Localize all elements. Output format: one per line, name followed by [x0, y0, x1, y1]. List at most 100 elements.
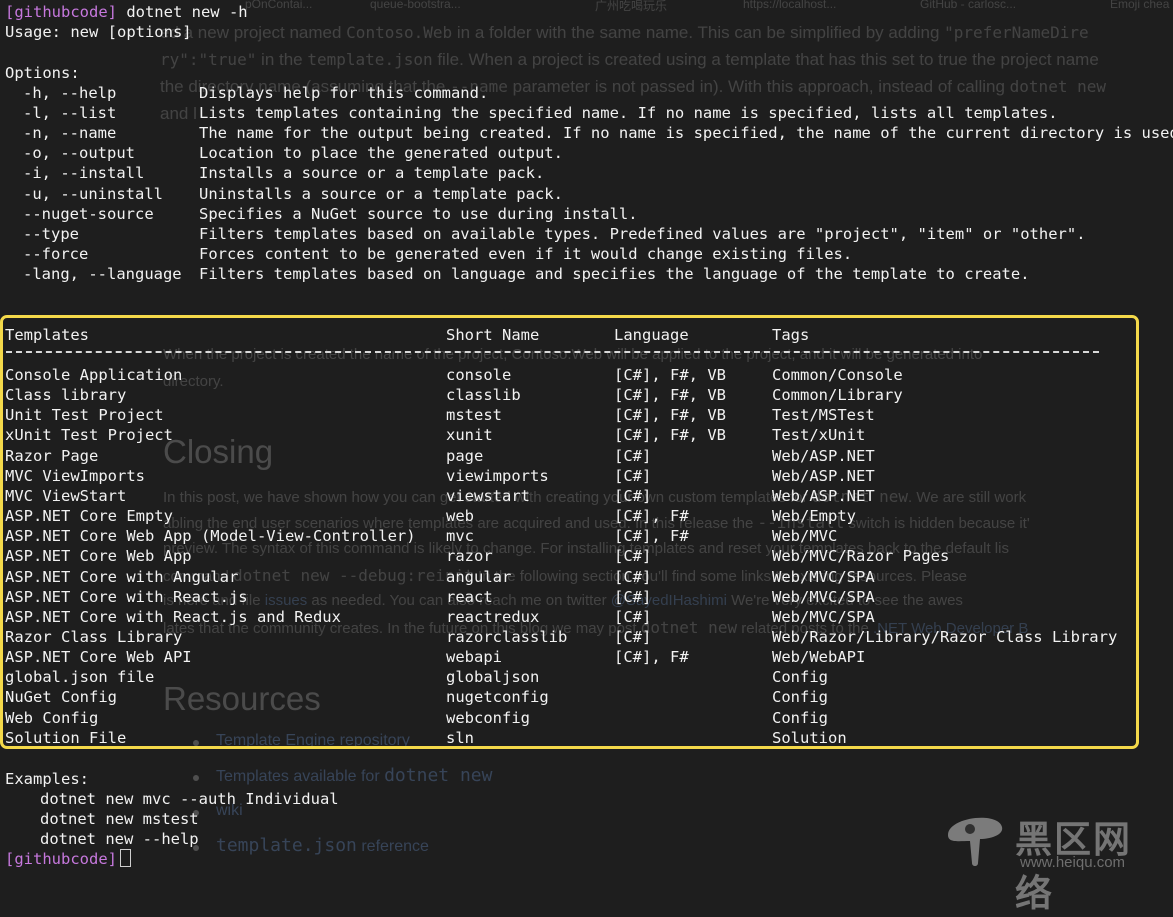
option-flag: --type — [23, 224, 79, 243]
command-line: [githubcode] dotnet new -h — [5, 2, 248, 22]
tags-cell: Web/MVC/Razor Pages — [772, 547, 950, 566]
site-watermark: 黑区网络 www.heiqu.com — [940, 805, 1170, 915]
table-header-short-name: Short Name — [446, 326, 540, 344]
template-name-cell: MVC ViewImports — [5, 466, 145, 485]
tags-cell: Config — [772, 688, 828, 707]
short-name-cell: mstest — [446, 406, 502, 425]
template-name-cell: ASP.NET Core with React.js and Redux — [5, 607, 341, 626]
table-separator — [6, 351, 1099, 353]
short-name-cell: angular — [446, 567, 512, 586]
short-name-cell: viewstart — [446, 486, 530, 505]
option-flag: --nuget-source — [23, 204, 154, 223]
short-name-cell: sln — [446, 728, 474, 747]
cursor-icon — [119, 849, 131, 867]
tags-cell: Web/Razor/Library/Razor Class Library — [772, 627, 1118, 646]
example-line: dotnet new mvc --auth Individual — [40, 790, 339, 808]
tags-cell: Web/ASP.NET — [772, 486, 875, 505]
language-cell: [C#], F#, VB — [614, 406, 726, 425]
tags-cell: Web/Empty — [772, 507, 856, 526]
language-cell: [C#], F#, VB — [614, 426, 726, 445]
short-name-cell: classlib — [446, 386, 521, 405]
tags-cell: Web/MVC/SPA — [772, 607, 875, 626]
option-description: Specifies a NuGet source to use during i… — [199, 204, 638, 223]
template-name-cell: xUnit Test Project — [5, 426, 173, 445]
tags-cell: Web/WebAPI — [772, 648, 866, 667]
template-name-cell: Solution File — [5, 728, 127, 747]
tags-cell: Common/Console — [772, 366, 903, 384]
template-name-cell: ASP.NET Core with React.js — [5, 587, 248, 606]
example-line: dotnet new mstest — [40, 810, 199, 828]
option-flag: -o, --output — [23, 144, 135, 163]
short-name-cell: nugetconfig — [446, 688, 549, 707]
tags-cell: Test/xUnit — [772, 426, 866, 445]
language-cell: [C#], F# — [614, 527, 689, 546]
template-name-cell: Console Application — [5, 366, 183, 384]
option-flag: --force — [23, 244, 89, 263]
terminal-window[interactable]: [githubcode] dotnet new -h Usage: new [o… — [0, 0, 1173, 877]
template-name-cell: ASP.NET Core with Angular — [5, 567, 239, 586]
tags-cell: Web/MVC — [772, 527, 838, 546]
language-cell: [C#] — [614, 486, 652, 505]
end-prompt-line[interactable]: [githubcode] — [5, 849, 131, 869]
short-name-cell: react — [446, 587, 493, 606]
options-header: Options: — [5, 64, 80, 82]
heiqu-logo-icon — [948, 817, 1003, 866]
template-name-cell: ASP.NET Core Empty — [5, 507, 173, 526]
option-flag: -u, --uninstall — [23, 184, 163, 203]
option-flag: -lang, --language — [23, 264, 182, 283]
language-cell: [C#] — [614, 607, 652, 626]
language-cell: [C#], F#, VB — [614, 366, 726, 384]
short-name-cell: webconfig — [446, 708, 530, 727]
option-description: Filters templates based on language and … — [199, 264, 1030, 283]
tags-cell: Test/MSTest — [772, 406, 875, 425]
tags-cell: Web/ASP.NET — [772, 466, 875, 485]
table-header-language: Language — [614, 326, 689, 344]
usage-line: Usage: new [options] — [5, 23, 192, 41]
option-flag: -h, --help — [23, 84, 117, 102]
watermark-url: www.heiqu.com — [1020, 854, 1126, 871]
tags-cell: Solution — [772, 728, 847, 747]
option-description: Installs a source or a template pack. — [199, 164, 545, 183]
short-name-cell: razorclasslib — [446, 627, 568, 646]
short-name-cell: reactredux — [446, 607, 540, 626]
short-name-cell: webapi — [446, 648, 502, 667]
short-name-cell: mvc — [446, 527, 474, 546]
language-cell: [C#] — [614, 627, 652, 646]
language-cell: [C#], F#, VB — [614, 386, 726, 405]
short-name-cell: xunit — [446, 426, 493, 445]
template-name-cell: MVC ViewStart — [5, 486, 127, 505]
template-name-cell: NuGet Config — [5, 688, 117, 707]
tags-cell: Web/MVC/SPA — [772, 587, 875, 606]
template-name-cell: ASP.NET Core Web App — [5, 547, 192, 566]
command-text: dotnet new -h — [116, 3, 248, 21]
short-name-cell: viewimports — [446, 466, 549, 485]
option-flag: -l, --list — [23, 104, 117, 123]
template-name-cell: global.json file — [5, 668, 155, 687]
tags-cell: Config — [772, 668, 828, 687]
option-description: The name for the output being created. I… — [199, 124, 1173, 143]
option-description: Location to place the generated output. — [199, 144, 563, 163]
option-description: Filters templates based on available typ… — [199, 224, 1086, 243]
tags-cell: Common/Library — [772, 386, 903, 405]
language-cell: [C#], F# — [614, 507, 689, 526]
short-name-cell: globaljson — [446, 668, 540, 687]
examples-header: Examples: — [5, 770, 89, 788]
option-flag: -i, --install — [23, 164, 145, 183]
template-name-cell: Unit Test Project — [5, 406, 164, 425]
short-name-cell: console — [446, 366, 512, 384]
template-name-cell: Class library — [5, 386, 127, 405]
option-description: Displays help for this command. — [199, 84, 489, 102]
tags-cell: Config — [772, 708, 828, 727]
tags-cell: Web/MVC/SPA — [772, 567, 875, 586]
short-name-cell: page — [446, 446, 484, 465]
tags-cell: Web/ASP.NET — [772, 446, 875, 465]
language-cell: [C#] — [614, 587, 652, 606]
table-header-templates: Templates — [5, 326, 89, 344]
shell-prompt: [githubcode] — [5, 850, 117, 868]
table-header-tags: Tags — [772, 326, 810, 344]
language-cell: [C#] — [614, 446, 652, 465]
option-description: Forces content to be generated even if i… — [199, 244, 853, 263]
shell-prompt: [githubcode] — [5, 3, 117, 21]
option-flag: -n, --name — [23, 124, 117, 143]
short-name-cell: web — [446, 507, 474, 526]
